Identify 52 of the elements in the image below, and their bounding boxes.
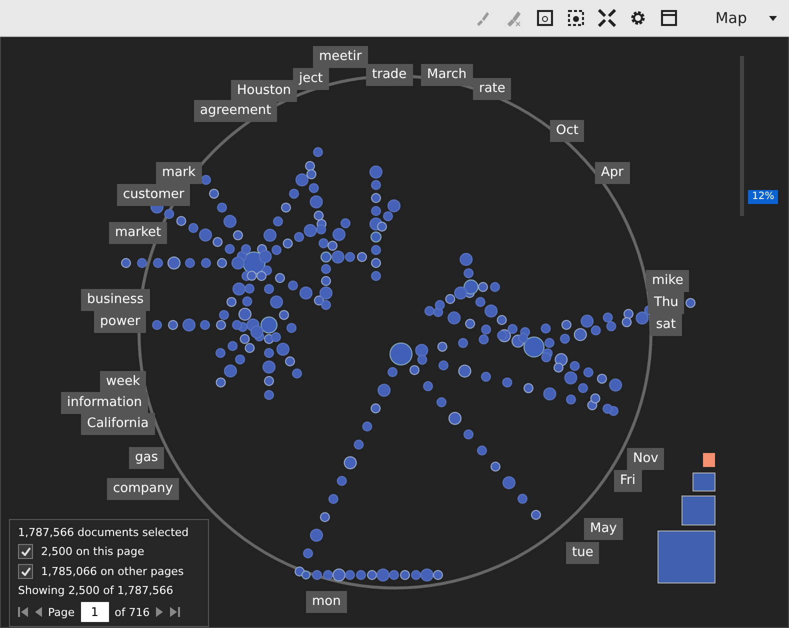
checkbox[interactable] [18, 564, 33, 579]
term-label[interactable]: mon [306, 591, 347, 613]
term-label[interactable]: meetir [313, 46, 368, 68]
select-box-icon [536, 9, 554, 27]
selection-summary: 1,787,566 documents selected [18, 526, 190, 539]
term-label[interactable]: mike [646, 270, 690, 292]
term-label[interactable]: March [421, 64, 473, 86]
settings-icon [629, 9, 648, 27]
term-label[interactable]: Nov [627, 448, 664, 470]
term-label[interactable]: California [81, 413, 155, 435]
previous-page-icon[interactable] [34, 607, 42, 617]
zoom-level-marker[interactable]: 12% [748, 190, 778, 204]
term-label[interactable]: Oct [550, 120, 584, 142]
term-label[interactable]: Apr [595, 162, 630, 184]
term-label[interactable]: agreement [194, 100, 278, 122]
page-total: of 716 [114, 606, 150, 618]
brush-icon [505, 9, 524, 27]
term-label[interactable]: market [109, 222, 168, 244]
term-label[interactable]: Fri [614, 470, 642, 492]
term-label[interactable]: Thu [648, 292, 684, 314]
caret-icon [769, 16, 777, 20]
term-label[interactable]: company [107, 478, 179, 500]
showing-count: Showing 2,500 of 1,787,566 [18, 584, 174, 597]
fit-screen-icon [598, 9, 616, 27]
term-label[interactable]: trade [366, 64, 413, 86]
checkmark-icon [20, 547, 30, 556]
last-page-icon[interactable] [170, 607, 180, 617]
term-label[interactable]: Houston [231, 80, 298, 102]
term-label[interactable]: business [81, 289, 150, 311]
checkbox[interactable] [18, 544, 33, 559]
page-input[interactable]: 1 [80, 602, 109, 622]
term-label[interactable]: ject [293, 68, 329, 90]
view-dropdown[interactable]: Map [711, 5, 781, 31]
term-label[interactable]: sat [650, 314, 682, 336]
window-icon [660, 9, 678, 27]
term-label[interactable]: week [100, 371, 146, 393]
next-page-icon[interactable] [156, 607, 164, 617]
term-label[interactable]: rate [473, 78, 512, 100]
term-label[interactable]: mark [156, 162, 202, 184]
checkbox-label: 1,785,066 on other pages [41, 565, 184, 578]
checkmark-icon [20, 567, 30, 576]
term-label[interactable]: power [94, 311, 146, 333]
toolbar-button[interactable] [596, 7, 618, 29]
term-label[interactable]: gas [129, 447, 164, 469]
term-label[interactable]: May [584, 518, 623, 540]
checkbox-label: 2,500 on this page [41, 545, 144, 558]
first-page-icon[interactable] [18, 607, 28, 617]
term-label[interactable]: tue [566, 542, 600, 564]
dashed-select-icon [567, 9, 586, 27]
term-label[interactable]: customer [117, 184, 190, 206]
term-label[interactable]: information [61, 392, 148, 414]
page-label: Page [48, 606, 75, 618]
